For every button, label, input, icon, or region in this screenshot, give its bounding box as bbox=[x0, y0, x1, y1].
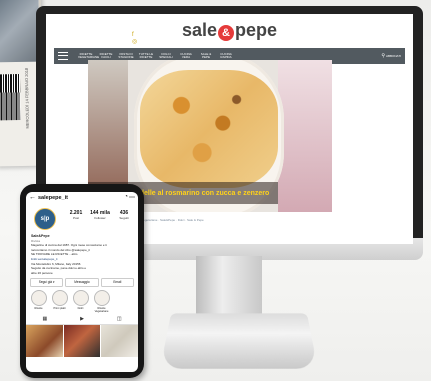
menu-icon[interactable] bbox=[58, 52, 68, 60]
ig-username: salepepe_it bbox=[38, 195, 68, 201]
stat-following[interactable]: 436 Seguiti bbox=[112, 210, 136, 220]
more-icon[interactable]: ⋯ bbox=[129, 194, 135, 201]
ig-post-grid bbox=[26, 325, 138, 358]
site-logo[interactable]: sale & pepe bbox=[46, 20, 413, 41]
ig-buttons: Segui già ▾ Messaggio Email bbox=[26, 275, 138, 288]
ig-profile: s|p 2.201 Post 144 mila Follower 436 Seg… bbox=[26, 204, 138, 234]
stat-followers[interactable]: 144 mila Follower bbox=[88, 210, 112, 220]
nav-item[interactable]: SALE & PEPE bbox=[198, 52, 214, 60]
stat-posts[interactable]: 2.201 Post bbox=[64, 210, 88, 220]
hero-photo-right bbox=[278, 60, 332, 212]
barcode bbox=[0, 73, 21, 121]
post-thumbnail[interactable] bbox=[101, 325, 138, 358]
ig-tabs: ▦ ▶ ◫ bbox=[26, 313, 138, 326]
ig-bio: Sale&Pepe Rivista Magazine di cucina dal… bbox=[26, 234, 138, 275]
logo-amp: & bbox=[218, 25, 235, 41]
post-thumbnail[interactable] bbox=[26, 325, 63, 358]
monitor-stand bbox=[196, 256, 262, 314]
nav-items: RICETTE VEGETARIANE RICETTE FACILI PASTA… bbox=[78, 52, 234, 60]
avatar[interactable]: s|p bbox=[34, 208, 56, 230]
monitor-base bbox=[160, 313, 318, 369]
pasta-image bbox=[140, 70, 278, 188]
site-header: f ◎ sale & pepe bbox=[46, 14, 413, 48]
nav-item[interactable]: PASTA DI STAGIONE bbox=[118, 52, 134, 60]
highlight[interactable]: Ricette Vegetariane bbox=[93, 290, 110, 313]
highlight[interactable]: Ricette bbox=[30, 290, 47, 313]
back-arrow-icon[interactable]: ← bbox=[29, 194, 36, 201]
highlight[interactable]: Dolci bbox=[72, 290, 89, 313]
instagram-screen: ← salepepe_it ◔ ⋯ s|p 2.201 Post 144 mil… bbox=[26, 192, 138, 372]
grid-icon[interactable]: ▦ bbox=[42, 316, 47, 322]
nav-item[interactable]: CUCINA VERA bbox=[178, 52, 194, 60]
ig-header: ← salepepe_it ◔ ⋯ bbox=[26, 192, 138, 204]
highlight-cover bbox=[93, 290, 110, 307]
bell-icon[interactable]: ◔ bbox=[124, 194, 128, 200]
nav-item[interactable]: RICETTE VEGETARIANE bbox=[78, 52, 99, 60]
magazine-photo bbox=[0, 0, 40, 63]
tagged-icon[interactable]: ◫ bbox=[117, 316, 122, 322]
nav-item[interactable]: DOLCI SPECIALI bbox=[158, 52, 174, 60]
highlight-cover bbox=[72, 290, 89, 307]
nav-item[interactable]: RICETTE FACILI bbox=[98, 52, 114, 60]
message-button[interactable]: Messaggio bbox=[65, 278, 99, 288]
reels-icon[interactable]: ▶ bbox=[80, 316, 84, 322]
magazine-date: MERCOLEDÌ 14 FEBBRAIO 2018 bbox=[23, 67, 30, 129]
ig-highlights: Ricette Primi piatti Dolci Ricette Veget… bbox=[26, 287, 138, 313]
post-thumbnail[interactable] bbox=[63, 325, 101, 358]
email-button[interactable]: Email bbox=[100, 278, 134, 288]
nav-item[interactable]: CUCINA RAPIDA bbox=[218, 52, 234, 60]
following-button[interactable]: Segui già ▾ bbox=[30, 278, 64, 288]
search-icon[interactable]: ⚲ bbox=[381, 53, 385, 59]
subscribe-link[interactable]: ABBONATI bbox=[386, 54, 401, 58]
highlight-cover bbox=[30, 290, 47, 307]
highlight[interactable]: Primi piatti bbox=[51, 290, 68, 313]
highlight-cover bbox=[51, 290, 68, 307]
nav-item[interactable]: TUTTE LE RICETTE bbox=[138, 52, 154, 60]
